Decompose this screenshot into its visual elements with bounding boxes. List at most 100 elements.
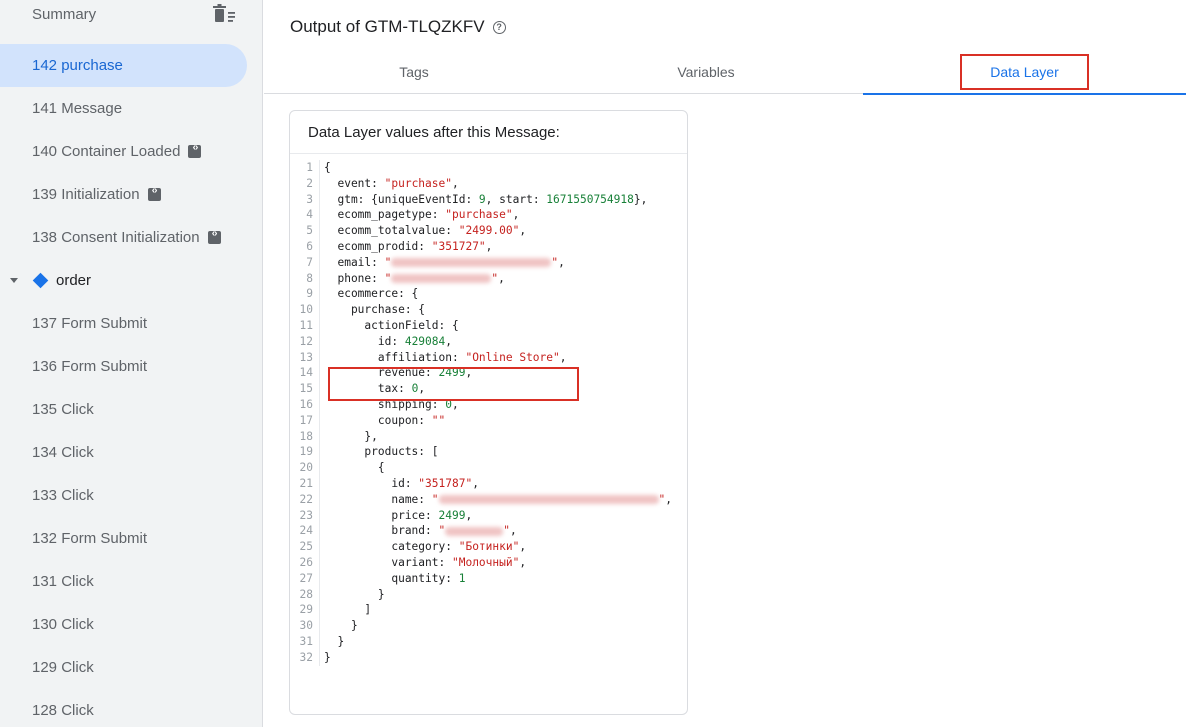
event-label: 136 Form Submit <box>32 358 148 375</box>
line-number: 18 <box>290 428 320 445</box>
line-number: 16 <box>290 396 320 413</box>
line-number: 30 <box>290 618 320 634</box>
line-number: 9 <box>290 286 320 303</box>
event-label: 140 Container Loaded <box>32 143 181 160</box>
event-item-138-consent-initialization[interactable]: 138 Consent Initialization <box>0 216 247 259</box>
code-line: 11 actionField: { <box>290 317 687 334</box>
line-number: 23 <box>290 507 320 524</box>
line-number: 25 <box>290 539 320 555</box>
summary-item[interactable]: Summary <box>0 0 262 30</box>
tab-variables[interactable]: Variables <box>556 50 856 94</box>
page-title: Output of GTM-TLQZKFV <box>290 17 485 36</box>
event-item-141-message[interactable]: 141 Message <box>0 87 247 130</box>
line-content: email: " ", <box>324 255 565 269</box>
code-line: 23 price: 2499, <box>290 507 687 524</box>
line-number: 19 <box>290 444 320 461</box>
tab-label: Data Layer <box>960 54 1089 90</box>
event-item-134-click[interactable]: 134 Click <box>0 431 247 474</box>
event-label: 135 Click <box>32 401 94 418</box>
event-label: 139 Initialization <box>32 186 140 203</box>
code-icon <box>188 142 202 158</box>
pii-highlight-box <box>328 367 579 401</box>
redacted-value <box>445 526 504 536</box>
code-line: 13 affiliation: "Online Store", <box>290 349 687 366</box>
line-number: 28 <box>290 586 320 603</box>
line-number: 11 <box>290 317 320 334</box>
event-list: 142 purchase 141 Message 140 Container L… <box>0 44 262 727</box>
code-line: 3 gtm: {uniqueEventId: 9, start: 1671550… <box>290 191 687 208</box>
line-content: name: " ", <box>324 492 673 506</box>
line-number: 27 <box>290 570 320 587</box>
line-number: 29 <box>290 602 320 619</box>
event-sidebar: Summary 142 purchase 141 Message 140 Con… <box>0 0 263 727</box>
page-group-order[interactable]: order <box>0 259 247 302</box>
event-item-130-click[interactable]: 130 Click <box>0 603 247 646</box>
code-line: 28 } <box>290 586 687 603</box>
redacted-value <box>391 258 552 268</box>
event-label: 142 purchase <box>32 57 123 74</box>
collapse-caret-icon[interactable] <box>10 278 18 283</box>
line-number: 5 <box>290 223 320 239</box>
line-number: 4 <box>290 207 320 224</box>
line-content: } <box>324 587 385 601</box>
line-number: 15 <box>290 381 320 397</box>
line-content: quantity: 1 <box>324 571 466 585</box>
code-line: 22 name: " ", <box>290 491 687 508</box>
line-content: }, <box>324 429 378 443</box>
data-layer-card: Data Layer values after this Message: 1{… <box>289 110 688 715</box>
code-line: 27 quantity: 1 <box>290 570 687 587</box>
page-diamond-icon <box>32 272 49 289</box>
event-label: 137 Form Submit <box>32 315 148 332</box>
line-number: 20 <box>290 460 320 476</box>
code-line: 20 { <box>290 460 687 476</box>
line-content: affiliation: "Online Store", <box>324 350 567 364</box>
line-content: price: 2499, <box>324 508 473 522</box>
code-line: 25 category: "Ботинки", <box>290 539 687 555</box>
line-number: 22 <box>290 491 320 508</box>
event-item-135-click[interactable]: 135 Click <box>0 388 247 431</box>
line-number: 26 <box>290 554 320 571</box>
code-line: 30 } <box>290 618 687 634</box>
code-line: 19 products: [ <box>290 444 687 461</box>
event-item-128-click[interactable]: 128 Click <box>0 689 247 727</box>
event-item-140-container-loaded[interactable]: 140 Container Loaded <box>0 130 247 173</box>
tab-data-layer[interactable]: Data Layer <box>863 50 1186 95</box>
event-item-133-click[interactable]: 133 Click <box>0 474 247 517</box>
code-line: 6 ecomm_prodid: "351727", <box>290 238 687 255</box>
event-item-137-form-submit[interactable]: 137 Form Submit <box>0 302 247 345</box>
event-item-142-purchase[interactable]: 142 purchase <box>0 44 247 87</box>
line-number: 24 <box>290 523 320 540</box>
clear-messages-icon[interactable] <box>212 4 236 24</box>
tab-label: Variables <box>677 64 735 80</box>
code-line: 9 ecommerce: { <box>290 286 687 303</box>
tab-tags[interactable]: Tags <box>264 50 564 94</box>
event-item-129-click[interactable]: 129 Click <box>0 646 247 689</box>
help-icon[interactable]: ? <box>492 20 506 34</box>
event-label: 128 Click <box>32 702 94 719</box>
redacted-value <box>438 495 659 505</box>
event-item-132-form-submit[interactable]: 132 Form Submit <box>0 517 247 560</box>
code-line: 31 } <box>290 633 687 650</box>
event-label: 134 Click <box>32 444 94 461</box>
code-line: 4 ecomm_pagetype: "purchase", <box>290 207 687 224</box>
code-line: 32} <box>290 649 687 666</box>
line-content: ecomm_prodid: "351727", <box>324 239 493 253</box>
line-content: coupon: "" <box>324 413 446 427</box>
summary-label: Summary <box>32 6 97 23</box>
code-line: 12 id: 429084, <box>290 333 687 350</box>
line-number: 1 <box>290 160 320 176</box>
line-number: 14 <box>290 365 320 382</box>
line-number: 7 <box>290 254 320 271</box>
line-content: purchase: { <box>324 303 426 317</box>
event-label: 141 Message <box>32 100 123 117</box>
event-item-139-initialization[interactable]: 139 Initialization <box>0 173 247 216</box>
line-content: } <box>324 650 331 664</box>
event-label: 130 Click <box>32 616 94 633</box>
code-line: 10 purchase: { <box>290 302 687 318</box>
code-line: 29 ] <box>290 602 687 619</box>
line-content: phone: " ", <box>324 271 505 285</box>
code-line: 5 ecomm_totalvalue: "2499.00", <box>290 223 687 239</box>
line-content: ecomm_pagetype: "purchase", <box>324 208 520 222</box>
event-item-131-click[interactable]: 131 Click <box>0 560 247 603</box>
event-item-136-form-submit[interactable]: 136 Form Submit <box>0 345 247 388</box>
